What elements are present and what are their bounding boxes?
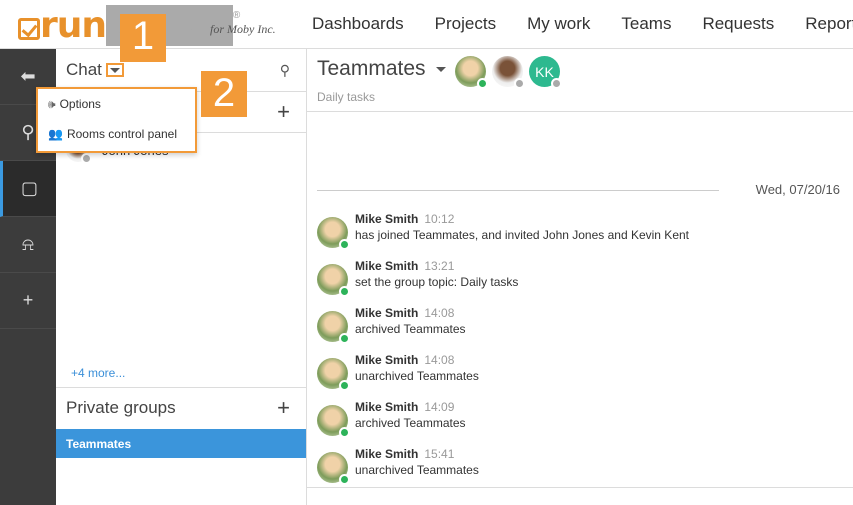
users-icon: 👥 [48, 127, 63, 141]
message-text: archived Teammates [355, 416, 466, 430]
date-label: Wed, 07/20/16 [755, 182, 840, 197]
avatar[interactable] [492, 56, 525, 89]
main-nav: Dashboards Projects My work Teams Reques… [312, 14, 853, 34]
avatar[interactable] [317, 311, 350, 344]
message-text: archived Teammates [355, 322, 466, 336]
online-status-icon [339, 427, 350, 438]
avatar[interactable] [317, 264, 350, 297]
room-title[interactable]: Teammates [317, 57, 446, 81]
chat-options-dropdown: 🕪 Options 👥 Rooms control panel [36, 87, 197, 153]
chat-icon[interactable]: ▢ [0, 161, 56, 217]
chevron-down-icon [435, 66, 446, 72]
online-status-icon [477, 78, 488, 89]
chevron-down-icon [109, 67, 120, 73]
nav-teams[interactable]: Teams [621, 14, 671, 34]
online-status-icon [339, 474, 350, 485]
bell-icon[interactable]: ⍾ [0, 217, 56, 273]
more-rooms-link[interactable]: +4 more... [71, 366, 125, 380]
avatar[interactable] [317, 405, 350, 438]
menu-item-label: Rooms control panel [66, 127, 178, 141]
date-divider [317, 190, 719, 191]
message-time: 14:09 [424, 400, 455, 414]
room-title-text: Teammates [317, 57, 426, 80]
menu-item-rooms-control-panel[interactable]: 👥 Rooms control panel [38, 119, 195, 149]
message-item: Mike Smith 14:08 unarchived Teammates [317, 353, 847, 393]
message-author[interactable]: Mike Smith [355, 212, 418, 226]
avatar-initials: KK [535, 63, 554, 80]
nav-requests[interactable]: Requests [702, 14, 774, 34]
avatar[interactable] [317, 452, 350, 485]
message-time: 15:41 [424, 447, 455, 461]
menu-item-label: Options [59, 97, 101, 111]
room-header: Teammates KK Daily tasks [307, 49, 853, 112]
private-groups-header: Private groups + [56, 387, 306, 428]
avatar[interactable]: KK [529, 56, 562, 89]
offline-status-icon [81, 153, 92, 164]
message-time: 13:21 [424, 259, 455, 273]
message-item: Mike Smith 13:21 set the group topic: Dai… [317, 259, 847, 299]
message-text: has joined Teammates, and invited John J… [355, 228, 689, 242]
chat-menu-toggle[interactable] [105, 63, 124, 77]
search-icon[interactable]: ⚲ [280, 62, 290, 79]
message-item: Mike Smith 15:41 unarchived Teammates [317, 447, 847, 487]
message-author[interactable]: Mike Smith [355, 447, 418, 461]
private-groups-title: Private groups [66, 398, 176, 417]
online-status-icon [339, 380, 350, 391]
message-text: unarchived Teammates [355, 369, 479, 383]
checkbox-logo-icon [18, 18, 40, 40]
message-time: 14:08 [424, 306, 455, 320]
online-status-icon [339, 286, 350, 297]
logo-text-run: run [40, 5, 107, 46]
nav-projects[interactable]: Projects [435, 14, 496, 34]
offline-status-icon [551, 78, 562, 89]
offline-status-icon [514, 78, 525, 89]
message-item: Mike Smith 10:12 has joined Teammates, an… [317, 212, 847, 252]
logo-registered: ® [232, 10, 241, 21]
chat-panel-header: Chat ⚲ [56, 49, 306, 92]
chat-main: Teammates KK Daily tasks Wed, 07/20/16 M… [307, 49, 853, 505]
speaker-icon: 🕪 [48, 96, 56, 111]
message-item: Mike Smith 14:09 archived Teammates [317, 400, 847, 440]
message-text: set the group topic: Daily tasks [355, 275, 519, 289]
step-badge-2: 2 [201, 71, 247, 117]
message-item: Mike Smith 14:08 archived Teammates [317, 306, 847, 346]
message-author[interactable]: Mike Smith [355, 353, 418, 367]
online-status-icon [339, 333, 350, 344]
nav-dashboards[interactable]: Dashboards [312, 14, 404, 34]
avatar[interactable] [317, 358, 350, 391]
chat-title: Chat [66, 60, 102, 79]
composer-divider [307, 487, 853, 488]
plus-icon[interactable]: + [0, 273, 56, 329]
message-author[interactable]: Mike Smith [355, 259, 418, 273]
add-room-icon[interactable]: + [277, 101, 290, 123]
message-time: 14:08 [424, 353, 455, 367]
company-name: for Moby Inc. [210, 22, 276, 36]
avatar[interactable] [455, 56, 488, 89]
avatar[interactable] [317, 217, 350, 250]
add-group-icon[interactable]: + [277, 397, 290, 419]
room-topic: Daily tasks [317, 90, 376, 104]
online-status-icon [339, 239, 350, 250]
step-badge-1: 1 [120, 14, 166, 62]
menu-item-options[interactable]: 🕪 Options [38, 89, 195, 119]
member-avatars: KK [455, 56, 566, 89]
nav-reports[interactable]: Reports [805, 14, 853, 34]
message-time: 10:12 [424, 212, 455, 226]
message-author[interactable]: Mike Smith [355, 306, 418, 320]
message-text: unarchived Teammates [355, 463, 479, 477]
private-group-item[interactable]: Teammates [56, 429, 306, 458]
nav-my-work[interactable]: My work [527, 14, 590, 34]
message-author[interactable]: Mike Smith [355, 400, 418, 414]
